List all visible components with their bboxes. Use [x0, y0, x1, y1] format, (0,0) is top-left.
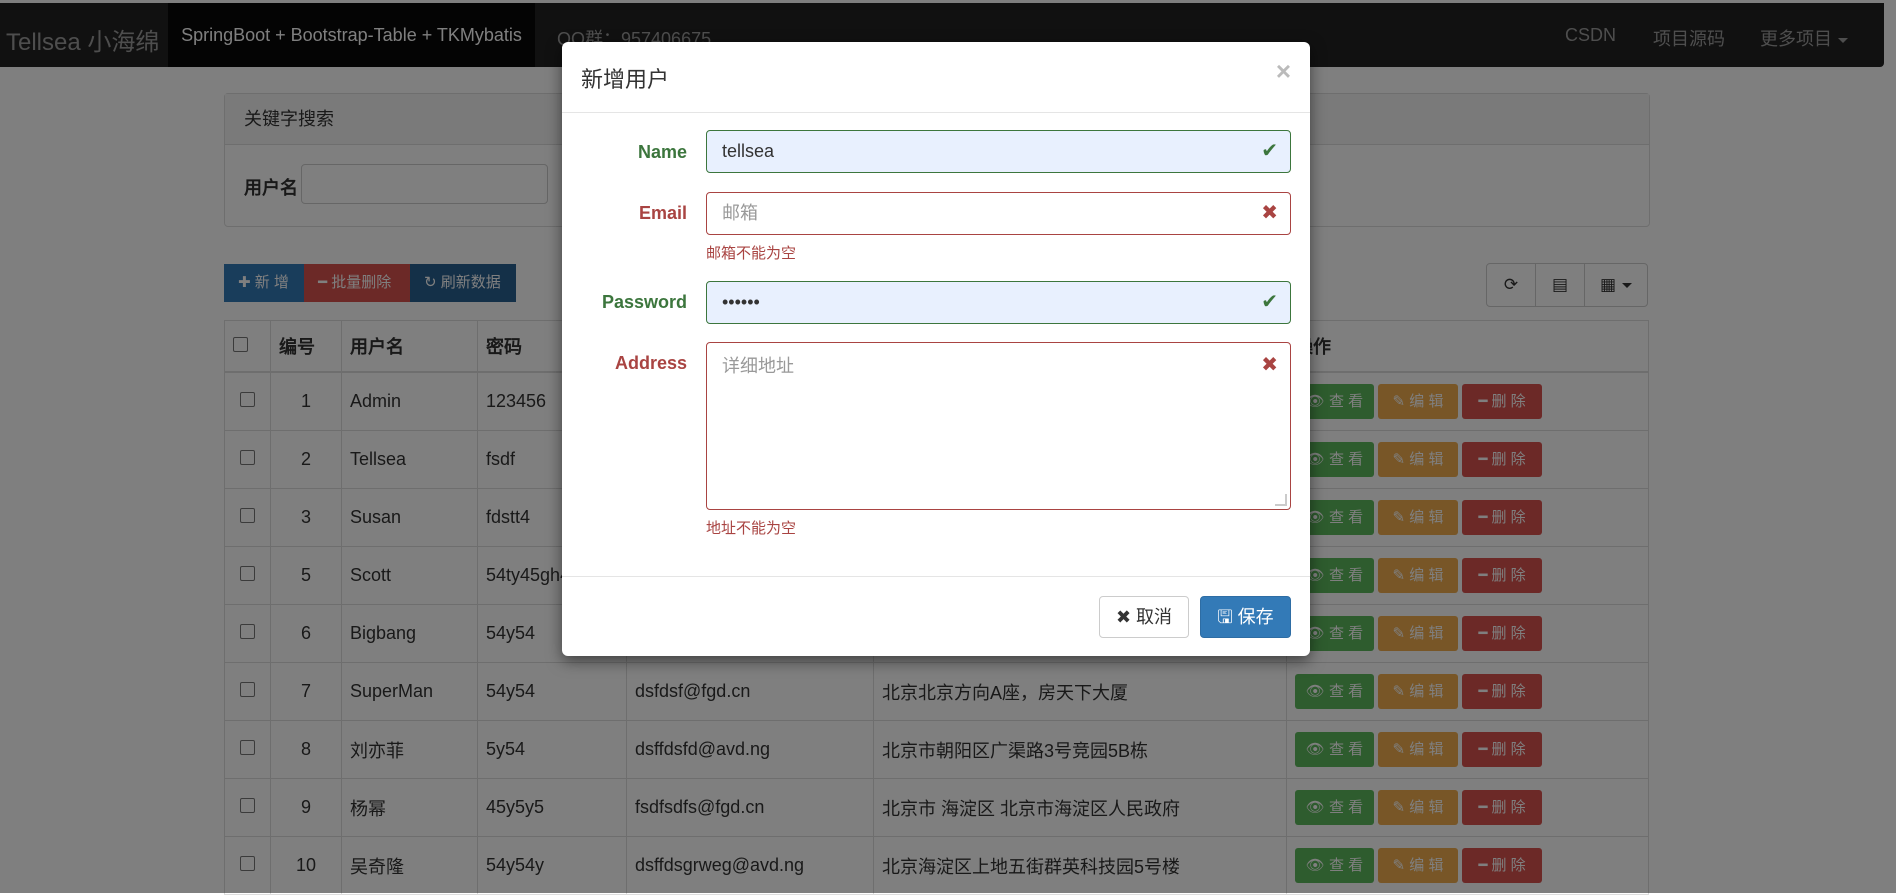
- address-label: Address: [614, 353, 687, 373]
- email-input-placeholder: 邮箱: [722, 203, 758, 223]
- resize-handle-icon[interactable]: [1275, 494, 1287, 506]
- close-icon: ✖: [1115, 607, 1132, 627]
- name-input[interactable]: tellsea ✔: [706, 130, 1291, 173]
- save-button[interactable]: 🖫 保存: [1200, 596, 1291, 638]
- checkmark-icon: ✔: [1261, 140, 1278, 162]
- checkmark-icon: ✔: [1261, 291, 1278, 313]
- floppy-disk-icon: 🖫: [1217, 607, 1233, 627]
- address-textarea[interactable]: 详细地址 ✖: [706, 342, 1291, 510]
- password-label: Password: [601, 292, 687, 312]
- modal-footer-divider: [562, 576, 1310, 577]
- address-textarea-placeholder: 详细地址: [722, 356, 794, 376]
- email-label: Email: [638, 203, 687, 223]
- name-label: Name: [637, 142, 687, 162]
- save-button-label: 保存: [1237, 607, 1274, 627]
- modal-title: 新增用户: [581, 67, 670, 92]
- email-error-message: 邮箱不能为空: [706, 245, 797, 262]
- password-input-value: ••••••: [722, 292, 760, 312]
- password-input[interactable]: •••••• ✔: [706, 281, 1291, 324]
- modal-header-divider: [562, 112, 1310, 113]
- cancel-button[interactable]: ✖ 取消: [1099, 596, 1189, 638]
- cancel-button-label: 取消: [1136, 607, 1173, 627]
- close-icon[interactable]: ×: [1276, 56, 1291, 87]
- email-input[interactable]: 邮箱 ✖: [706, 192, 1291, 235]
- name-input-value: tellsea: [722, 141, 775, 161]
- add-user-modal: 新增用户 × Name tellsea ✔ Email 邮箱 ✖ 邮箱不能为空 …: [562, 42, 1310, 656]
- address-error-message: 地址不能为空: [706, 520, 797, 537]
- error-x-icon: ✖: [1261, 202, 1278, 224]
- error-x-icon: ✖: [1261, 354, 1278, 376]
